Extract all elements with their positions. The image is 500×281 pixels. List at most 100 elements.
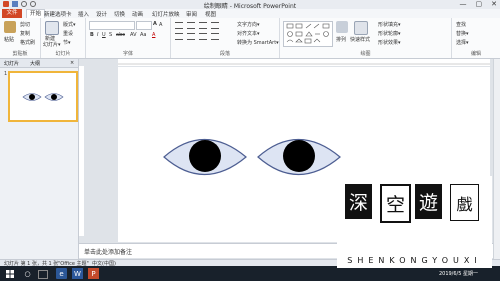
tab-review[interactable]: 审阅 xyxy=(186,10,197,18)
paste-icon[interactable] xyxy=(4,21,16,33)
powerpoint-taskbar-icon[interactable]: P xyxy=(88,268,99,279)
tab-new-tab[interactable]: 新建选项卡 xyxy=(44,10,72,18)
arrange-icon[interactable] xyxy=(336,21,348,33)
shapes-gallery[interactable] xyxy=(283,21,333,47)
layout-button[interactable]: 版式▾ xyxy=(63,21,76,28)
shadow-icon[interactable]: S xyxy=(109,32,112,38)
slide-thumbnail-eyes xyxy=(22,93,64,101)
maximize-button[interactable]: ▢ xyxy=(476,0,483,8)
tab-animations[interactable]: 动画 xyxy=(132,10,143,18)
tab-file[interactable]: 文件 xyxy=(2,9,22,18)
horizontal-ruler-ticks xyxy=(118,63,490,65)
tab-insert[interactable]: 插入 xyxy=(78,10,89,18)
left-eye-pupil xyxy=(189,140,221,172)
group-editing-label: 编辑 xyxy=(470,51,481,57)
copy-button[interactable]: 复制 xyxy=(20,30,30,37)
watermark-char-1: 深 xyxy=(345,184,372,219)
close-panel-icon[interactable]: × xyxy=(70,60,74,66)
numbering-icon[interactable] xyxy=(187,22,195,29)
shape-fill-button[interactable]: 形状填充▾ xyxy=(378,21,401,28)
slides-panel-tabs: 幻灯片 大纲 × xyxy=(0,59,78,68)
quick-styles-icon[interactable] xyxy=(354,21,368,35)
replace-button[interactable]: 替换▾ xyxy=(456,30,469,37)
watermark-char-2: 空 xyxy=(380,184,411,223)
reset-button[interactable]: 重设 xyxy=(63,30,73,37)
group-slides: 新建 幻灯片▾ 版式▾ 重设 节▾ 幻灯片 xyxy=(41,18,86,58)
group-paragraph-label: 段落 xyxy=(219,51,230,57)
shape-outline-button[interactable]: 形状轮廓▾ xyxy=(378,30,401,37)
char-spacing-icon[interactable]: AV xyxy=(130,32,137,38)
align-buttons xyxy=(175,33,225,40)
shape-effects-button[interactable]: 形状效果▾ xyxy=(378,39,401,46)
slide-thumbnail[interactable] xyxy=(8,71,78,122)
decrease-indent-icon[interactable] xyxy=(199,22,207,29)
right-eye-pupil xyxy=(283,140,315,172)
new-slide-dropdown[interactable]: 幻灯片▾ xyxy=(43,41,61,48)
shrink-font-icon[interactable]: A xyxy=(159,22,162,28)
watermark-logo: 深 空 遊 戲 SHENKONGYOUXI xyxy=(337,176,492,268)
windows-logo xyxy=(5,269,14,278)
cut-button[interactable]: 剪切 xyxy=(20,21,30,28)
underline-icon[interactable]: U xyxy=(102,32,106,38)
italic-icon[interactable]: I xyxy=(97,32,98,38)
tab-view[interactable]: 视图 xyxy=(205,10,216,18)
grow-font-icon[interactable]: A xyxy=(153,21,157,27)
section-button[interactable]: 节▾ xyxy=(63,39,71,46)
group-clipboard: 粘贴 剪切 复制 格式刷 剪贴板 xyxy=(0,18,41,58)
tab-design[interactable]: 设计 xyxy=(96,10,107,18)
align-left-icon[interactable] xyxy=(175,33,183,40)
tab-outline[interactable]: 大纲 xyxy=(30,60,40,67)
group-font-label: 字体 xyxy=(122,51,133,57)
tab-slideshow[interactable]: 幻灯片放映 xyxy=(152,10,180,18)
word-icon[interactable]: W xyxy=(72,268,83,279)
ribbon: 粘贴 剪切 复制 格式刷 剪贴板 新建 幻灯片▾ 版式▾ 重设 节▾ 幻灯片 A… xyxy=(0,18,500,59)
taskbar: ○ e W P 2019/6/5 星期一 xyxy=(0,266,500,281)
quick-styles-button[interactable]: 快速样式 xyxy=(350,36,370,43)
task-view-icon[interactable] xyxy=(38,270,48,279)
convert-smartart-button[interactable]: 转换为 SmartArt▾ xyxy=(237,39,279,46)
vertical-scrollbar[interactable] xyxy=(493,59,500,259)
select-button[interactable]: 选择▾ xyxy=(456,39,469,46)
window-controls: — ▢ ✕ xyxy=(460,0,498,8)
watermark-char-4: 戲 xyxy=(450,184,479,221)
arrange-button[interactable]: 排列 xyxy=(336,36,346,43)
new-slide-icon[interactable] xyxy=(45,21,59,35)
align-right-icon[interactable] xyxy=(199,33,207,40)
text-direction-button[interactable]: 文字方向▾ xyxy=(237,21,260,28)
change-case-icon[interactable]: Aa xyxy=(140,32,146,38)
group-font: A A B I U S abc AV Aa A 字体 xyxy=(86,18,171,58)
edge-icon[interactable]: e xyxy=(56,268,67,279)
close-button[interactable]: ✕ xyxy=(491,0,497,8)
system-clock: 2019/6/5 星期一 xyxy=(438,271,478,277)
font-color-icon[interactable]: A xyxy=(152,32,155,38)
notes-placeholder: 单击此处添加备注 xyxy=(84,249,133,256)
strikethrough-icon[interactable]: abc xyxy=(116,32,125,38)
group-drawing-label: 绘图 xyxy=(360,51,371,57)
watermark-char-3: 遊 xyxy=(415,184,442,219)
search-icon[interactable]: ○ xyxy=(22,268,33,279)
align-text-button[interactable]: 对齐文本▾ xyxy=(237,30,260,37)
bold-icon[interactable]: B xyxy=(90,32,94,38)
group-slides-label: 幻灯片 xyxy=(55,51,71,57)
group-clipboard-label: 剪贴板 xyxy=(12,51,28,57)
group-editing: 查找 替换▾ 选择▾ 编辑 xyxy=(452,18,500,58)
group-paragraph: 文字方向▾ 对齐文本▾ 转换为 SmartArt▾ 段落 xyxy=(171,18,280,58)
windows-start-icon[interactable] xyxy=(4,268,15,279)
tab-slides[interactable]: 幻灯片 xyxy=(4,60,19,67)
align-center-icon[interactable] xyxy=(187,33,195,40)
format-painter-button[interactable]: 格式刷 xyxy=(20,39,35,46)
slide-number: 1 xyxy=(4,71,8,77)
font-size-select[interactable] xyxy=(136,21,152,30)
bullets-icon[interactable] xyxy=(175,22,183,29)
group-drawing: 排列 快速样式 形状填充▾ 形状轮廓▾ 形状效果▾ 绘图 xyxy=(280,18,452,58)
increase-indent-icon[interactable] xyxy=(211,22,219,29)
minimize-button[interactable]: — xyxy=(460,0,467,8)
tab-transitions[interactable]: 切换 xyxy=(114,10,125,18)
slides-panel: 幻灯片 大纲 × 1 xyxy=(0,59,79,259)
font-name-select[interactable] xyxy=(89,21,135,30)
shapes-gallery-icons xyxy=(286,23,330,44)
justify-icon[interactable] xyxy=(211,33,219,40)
find-button[interactable]: 查找 xyxy=(456,21,466,28)
paste-button[interactable]: 粘贴 xyxy=(4,36,14,43)
watermark-brand: SHENKONGYOUXI xyxy=(347,256,482,265)
